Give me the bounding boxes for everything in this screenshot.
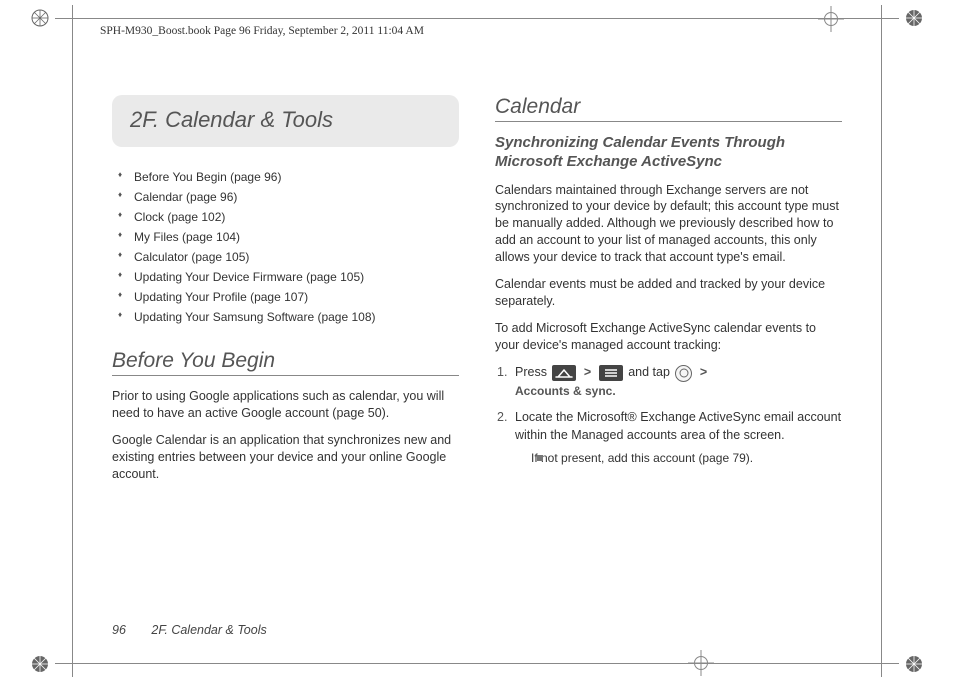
toc-item: Calendar (page 96): [112, 187, 459, 207]
step-text: Press: [515, 365, 550, 379]
body-paragraph: Calendars maintained through Exchange se…: [495, 182, 842, 266]
body-lead-in: To add Microsoft Exchange ActiveSync cal…: [495, 320, 842, 354]
crosshair-icon: [688, 650, 714, 676]
menu-key-icon: [599, 365, 623, 381]
right-column: Calendar Synchronizing Calendar Events T…: [495, 95, 842, 612]
steps-list: Press > and tap > Accounts & sync. Locat…: [495, 363, 842, 467]
crosshair-icon: [818, 6, 844, 32]
toc-item: Calculator (page 105): [112, 247, 459, 267]
toc-item: Clock (page 102): [112, 207, 459, 227]
page-number: 96: [112, 623, 126, 637]
settings-gear-icon: [675, 365, 692, 382]
chapter-heading-box: 2F. Calendar & Tools: [112, 95, 459, 147]
step-item: Press > and tap > Accounts & sync.: [495, 363, 842, 400]
toc-item: Updating Your Profile (page 107): [112, 287, 459, 307]
page-footer: 96 2F. Calendar & Tools: [112, 623, 267, 637]
step-text: and tap: [628, 365, 673, 379]
menu-path-label: Accounts & sync.: [515, 384, 616, 398]
gt-separator: >: [582, 365, 593, 379]
header-running-line: SPH-M930_Boost.book Page 96 Friday, Sept…: [100, 25, 424, 37]
left-column: 2F. Calendar & Tools Before You Begin (p…: [112, 95, 459, 612]
register-mark-icon: [30, 654, 50, 674]
step-text: Locate the Microsoft® Exchange ActiveSyn…: [515, 410, 841, 442]
step-item: Locate the Microsoft® Exchange ActiveSyn…: [495, 408, 842, 467]
page-content: 2F. Calendar & Tools Before You Begin (p…: [112, 95, 842, 612]
footer-title: 2F. Calendar & Tools: [151, 623, 266, 637]
body-paragraph: Google Calendar is an application that s…: [112, 432, 459, 483]
toc-item: My Files (page 104): [112, 227, 459, 247]
section-heading-calendar: Calendar: [495, 95, 842, 122]
section-heading-before-you-begin: Before You Begin: [112, 349, 459, 376]
register-mark-icon: [30, 8, 50, 28]
subsection-heading-sync: Synchronizing Calendar Events Through Mi…: [495, 134, 842, 172]
register-mark-icon: [904, 8, 924, 28]
body-paragraph: Calendar events must be added and tracke…: [495, 276, 842, 310]
register-mark-icon: [904, 654, 924, 674]
toc-item: Updating Your Samsung Software (page 108…: [112, 307, 459, 327]
home-key-icon: [552, 365, 576, 381]
body-paragraph: Prior to using Google applications such …: [112, 388, 459, 422]
toc-list: Before You Begin (page 96) Calendar (pag…: [112, 167, 459, 327]
sub-bullet-text: If not present, add this account (page 7…: [531, 451, 753, 465]
chapter-title: 2F. Calendar & Tools: [130, 107, 333, 132]
sub-bullet: If not present, add this account (page 7…: [515, 450, 842, 467]
toc-item: Updating Your Device Firmware (page 105): [112, 267, 459, 287]
toc-item: Before You Begin (page 96): [112, 167, 459, 187]
gt-separator: >: [698, 365, 709, 379]
